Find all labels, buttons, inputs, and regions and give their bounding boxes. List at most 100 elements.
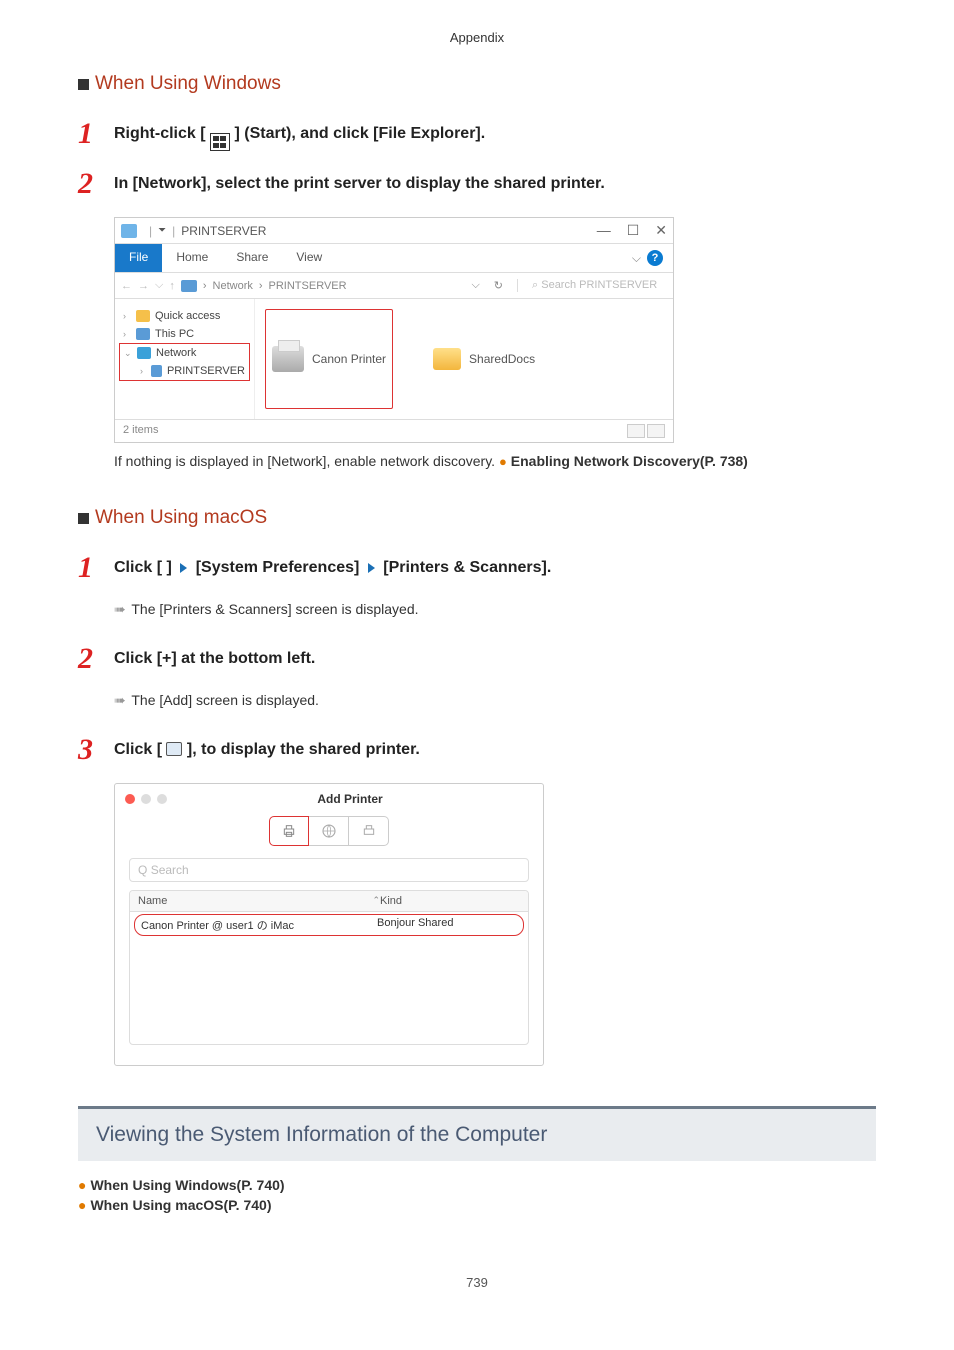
search-icon: ⌕ [532,279,538,291]
macos-step2-result: ➠ The [Add] screen is displayed. [114,680,876,717]
view-large-icon[interactable] [647,424,665,438]
step1-pre: Right-click [ [114,125,206,142]
sidebar-label: Network [156,347,196,359]
link-text: When Using macOS(P. 740) [90,1197,271,1213]
tab-ip[interactable] [309,816,349,846]
tab-home[interactable]: Home [162,244,222,272]
tab-view[interactable]: View [282,244,336,272]
seg2: [System Preferences] [196,559,364,576]
link-windows[interactable]: ●When Using Windows(P. 740) [78,1175,876,1195]
help-icon[interactable]: ? [647,250,663,266]
folder-icon [121,224,137,238]
history-icon[interactable]: ⌵ [155,279,163,292]
step-number: 3 [78,735,100,765]
tab-share[interactable]: Share [222,244,282,272]
table-header: Name ⌃ Kind [130,891,528,912]
printer-item[interactable]: Canon Printer [265,309,393,409]
breadcrumb-server[interactable]: PRINTSERVER [269,280,347,292]
breadcrumb-chevron[interactable]: ⌵ [471,279,479,292]
chevron-down-icon: ⌄ [124,348,132,359]
step-number: 1 [78,119,100,149]
explorer-main: Canon Printer SharedDocs [255,299,673,419]
chevron-down-icon[interactable]: ⌵ [632,251,641,266]
bullet-icon: ● [499,454,507,469]
step-text: In [Network], select the print server to… [114,169,605,193]
back-icon[interactable]: ← [121,280,132,292]
result-text: The [Printers & Scanners] screen is disp… [131,601,418,617]
sort-icon[interactable]: ⌃ [372,895,380,907]
zoom-dot-icon[interactable] [157,794,167,804]
bullet-icon: ● [78,1177,86,1193]
maximize-icon[interactable]: ☐ [627,222,640,239]
search-placeholder: Search [151,863,189,877]
search-field[interactable]: Q Search [129,858,529,882]
heading-windows: When Using Windows [78,73,876,95]
start-icon [210,133,230,151]
row-kind: Bonjour Shared [377,917,517,933]
arrow-icon: ➠ [114,692,124,708]
sidebar-label: PRINTSERVER [167,365,245,377]
seg-pre: Click [ [114,741,162,758]
sidebar-this-pc[interactable]: › This PC [119,325,250,343]
globe-icon [320,822,338,840]
step-text: Click [+] at the bottom left. [114,644,315,668]
breadcrumb-sep: › [203,280,207,292]
toolbar-tabs [125,816,533,846]
folder-label: SharedDocs [469,352,535,366]
triangle-icon [368,563,375,573]
step-number: 2 [78,644,100,674]
arrow-icon: ➠ [114,601,124,617]
sidebar-quick-access[interactable]: › Quick access [119,307,250,325]
sidebar-network[interactable]: ⌄ Network [120,344,249,362]
minimize-dot-icon[interactable] [141,794,151,804]
search-box[interactable]: ⌕ Search PRINTSERVER [517,279,667,292]
chevron-icon: › [123,311,131,321]
help-area: ⌵ ? [618,244,673,272]
status-text: 2 items [123,424,158,438]
step-text: Right-click [ ] (Start), and click [File… [114,119,485,151]
col-name[interactable]: Name [138,895,368,907]
printer-row[interactable]: Canon Printer @ user1 の iMac Bonjour Sha… [134,914,524,936]
folder-item[interactable]: SharedDocs [433,309,535,409]
minimize-icon[interactable]: — [597,222,611,239]
address-bar: ← → ⌵ ↑ › Network › PRINTSERVER ⌵ ↻ ⌕ Se… [115,272,673,299]
star-icon [136,310,150,322]
seg3: [Printers & Scanners]. [383,559,551,576]
result-text: The [Add] screen is displayed. [131,692,319,708]
caret-icon: ⏷ [158,225,166,236]
link-macos[interactable]: ●When Using macOS(P. 740) [78,1195,876,1215]
breadcrumb-network[interactable]: Network [213,280,253,292]
page-header: Appendix [0,0,954,55]
col-kind[interactable]: Kind [380,895,520,907]
tab-file[interactable]: File [115,244,162,272]
link-text: When Using Windows(P. 740) [90,1177,284,1193]
tab-default[interactable] [269,816,309,846]
step1-post: ] (Start), and click [File Explorer]. [234,125,485,142]
bullet-icon: ● [78,1197,86,1213]
folder-icon [433,348,461,370]
tab-windows[interactable] [349,816,389,846]
chevron-icon: › [123,329,131,339]
refresh-icon[interactable]: ↻ [486,279,511,292]
close-dot-icon[interactable] [125,794,135,804]
network-printer-icon [166,742,182,756]
sidebar-printserver[interactable]: › PRINTSERVER [120,362,249,380]
pipe: | [149,224,152,238]
close-icon[interactable]: ✕ [655,222,667,239]
traffic-lights [125,792,167,804]
view-details-icon[interactable] [627,424,645,438]
macos-step1-result: ➠ The [Printers & Scanners] screen is di… [114,589,876,626]
section-system-info: Viewing the System Information of the Co… [78,1106,876,1161]
seg-post: ], to display the shared printer. [187,741,420,758]
printer-label: Canon Printer [312,352,386,366]
dialog-footer [115,1045,543,1065]
printer-network-icon [360,823,378,839]
step-text: Click [ ] [System Preferences] [Printers… [114,553,551,577]
explorer-screenshot: | ⏷ | PRINTSERVER — ☐ ✕ File Home Share … [114,217,876,443]
forward-icon[interactable]: → [138,280,149,292]
windows-step-2: 2 In [Network], select the print server … [78,169,876,199]
up-icon[interactable]: ↑ [169,280,175,292]
breadcrumb[interactable]: › Network › PRINTSERVER [181,280,466,292]
link-network-discovery[interactable]: ●Enabling Network Discovery(P. 738) [499,453,748,469]
pc-icon [181,280,197,292]
